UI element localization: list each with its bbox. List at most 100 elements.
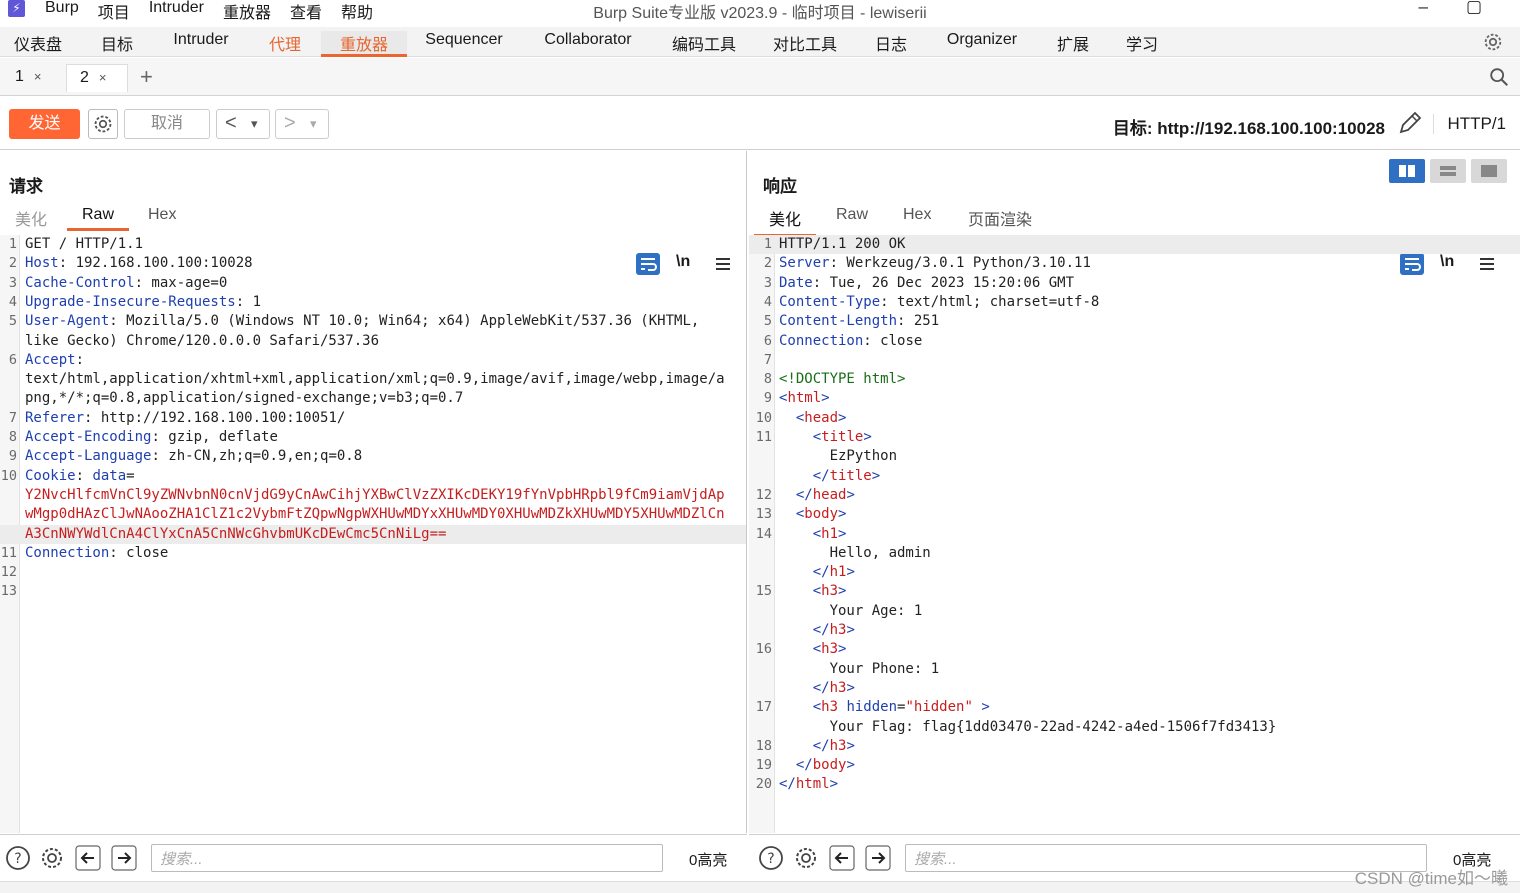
response-editor[interactable]: 1 HTTP/1.1 200 OK 2 Server: Werkzeug/3.0.1 … bbox=[749, 235, 1520, 833]
send-button[interactable]: 发送 bbox=[9, 109, 80, 139]
layout-tabs-button[interactable] bbox=[1471, 159, 1507, 183]
tab-learn[interactable]: 学习 bbox=[1115, 31, 1169, 57]
tab-logger[interactable]: 日志 bbox=[864, 31, 918, 57]
response-tab-render[interactable]: 页面渲染 bbox=[953, 206, 1047, 234]
tab-extensions[interactable]: 扩展 bbox=[1046, 31, 1100, 57]
tab-collaborator[interactable]: Collaborator bbox=[530, 31, 646, 57]
tab-sequencer[interactable]: Sequencer bbox=[414, 31, 514, 57]
tab-organizer[interactable]: Organizer bbox=[934, 31, 1030, 57]
response-tab-hex[interactable]: Hex bbox=[888, 206, 946, 228]
line-text: Cookie: data= bbox=[25, 467, 135, 486]
line-number: 17 bbox=[755, 699, 772, 716]
repeater-tab-label: 2 bbox=[80, 69, 89, 86]
line-text: png,*/*;q=0.8,application/signed-exchang… bbox=[25, 389, 463, 408]
response-search-input[interactable]: 搜索... bbox=[905, 844, 1427, 872]
search-icon[interactable] bbox=[1488, 66, 1510, 88]
code-token: < bbox=[779, 699, 822, 716]
help-icon[interactable]: ? bbox=[758, 845, 784, 871]
close-icon[interactable]: × bbox=[99, 70, 107, 85]
settings-gear-icon[interactable] bbox=[1482, 31, 1504, 53]
code-line: 1 HTTP/1.1 200 OK bbox=[749, 235, 1520, 254]
minimize-button[interactable]: – bbox=[1419, 0, 1428, 17]
code-line: 10 <head> bbox=[749, 409, 1520, 428]
code-token: like Gecko) Chrome/120.0.0.0 Safari/537.… bbox=[25, 332, 380, 349]
code-line: 13 bbox=[0, 582, 746, 601]
close-icon[interactable]: × bbox=[34, 69, 42, 84]
response-tab-pretty[interactable]: 美化 bbox=[754, 206, 817, 237]
line-number: 5 bbox=[763, 313, 772, 330]
main-tab-bar: 仪表盘 目标 Intruder 代理 重放器 Sequencer Collabo… bbox=[0, 27, 1520, 57]
line-number: 3 bbox=[8, 274, 17, 291]
code-token: Accept bbox=[25, 351, 76, 368]
code-token: > bbox=[821, 390, 830, 407]
request-editor[interactable]: 1 GET / HTTP/1.1 2 Host: 192.168.100.100:10… bbox=[0, 235, 746, 833]
code-line: 8 Accept-Encoding: gzip, deflate bbox=[0, 428, 746, 447]
code-line: </title> bbox=[749, 467, 1520, 486]
line-number: 2 bbox=[763, 255, 772, 272]
request-search-input[interactable]: 搜索... bbox=[151, 844, 663, 872]
target-label: 目标: http://192.168.100.100:10028 bbox=[1112, 119, 1385, 138]
next-match-arrow-icon[interactable] bbox=[865, 845, 891, 871]
line-text: Server: Werkzeug/3.0.1 Python/3.10.11 bbox=[779, 254, 1091, 273]
layout-side-by-side-button[interactable] bbox=[1389, 159, 1425, 183]
line-text: A3CnNWYWdlCnA4ClYxCnA5CnNWcGhvbmUKcDEwCm… bbox=[25, 525, 446, 544]
code-token: < bbox=[779, 506, 805, 523]
code-token: Cookie bbox=[25, 467, 76, 484]
line-text: <h3> bbox=[779, 640, 847, 659]
code-token: : Tue, 26 Dec 2023 15:20:06 GMT bbox=[812, 274, 1075, 291]
repeater-tab-1[interactable]: 1 × bbox=[2, 64, 54, 92]
request-settings-gear-icon[interactable] bbox=[88, 109, 118, 139]
search-settings-gear-icon[interactable] bbox=[39, 845, 65, 871]
code-line: </h1> bbox=[749, 563, 1520, 582]
history-back-button[interactable]: < ▾ bbox=[216, 109, 270, 139]
add-tab-icon[interactable]: + bbox=[140, 64, 153, 90]
history-forward-button[interactable]: > ▾ bbox=[275, 109, 329, 139]
tab-decoder[interactable]: 编码工具 bbox=[662, 31, 746, 57]
help-icon[interactable]: ? bbox=[5, 845, 31, 871]
previous-match-arrow-icon[interactable] bbox=[829, 845, 855, 871]
code-line: png,*/*;q=0.8,application/signed-exchang… bbox=[0, 389, 746, 408]
request-tab-hex[interactable]: Hex bbox=[133, 206, 191, 228]
cancel-button[interactable]: 取消 bbox=[124, 109, 210, 139]
request-tab-raw[interactable]: Raw bbox=[67, 206, 130, 231]
code-token: : bbox=[75, 467, 93, 484]
tab-comparer[interactable]: 对比工具 bbox=[763, 31, 847, 57]
code-token: A3CnNWYWdlCnA4ClYxCnA5CnNWcGhvbmUKcDEwCm… bbox=[25, 525, 447, 542]
response-tab-raw[interactable]: Raw bbox=[821, 206, 883, 228]
code-line: Hello, admin bbox=[749, 544, 1520, 563]
chevron-down-icon[interactable]: ▾ bbox=[251, 111, 258, 137]
code-line: 20 </html> bbox=[749, 775, 1520, 794]
code-token: : max-age=0 bbox=[134, 274, 228, 291]
search-settings-gear-icon[interactable] bbox=[793, 845, 819, 871]
repeater-tab-2[interactable]: 2 × bbox=[66, 64, 128, 92]
svg-text:?: ? bbox=[14, 851, 21, 867]
line-text: <!DOCTYPE html> bbox=[779, 370, 905, 389]
watermark: CSDN @time如～曦 bbox=[1354, 869, 1508, 888]
maximize-button[interactable]: ▢ bbox=[1466, 0, 1482, 17]
layout-stacked-button[interactable] bbox=[1430, 159, 1466, 183]
tab-proxy[interactable]: 代理 bbox=[258, 31, 312, 57]
code-line: 9 <html> bbox=[749, 389, 1520, 408]
previous-match-arrow-icon[interactable] bbox=[75, 845, 101, 871]
code-line: 6 Accept: bbox=[0, 351, 746, 370]
line-number: 8 bbox=[8, 429, 17, 445]
tab-target[interactable]: 目标 bbox=[90, 31, 144, 57]
response-view-tabs: 美化 Raw Hex 页面渲染 \n bbox=[749, 201, 1520, 275]
code-token: h3 bbox=[829, 679, 847, 696]
edit-target-pencil-icon[interactable] bbox=[1396, 109, 1424, 137]
status-bar bbox=[0, 881, 1520, 893]
code-token: Accept-Language bbox=[25, 448, 152, 465]
next-match-arrow-icon[interactable] bbox=[111, 845, 137, 871]
tab-dashboard[interactable]: 仪表盘 bbox=[0, 31, 76, 57]
request-tab-pretty[interactable]: 美化 bbox=[0, 206, 62, 234]
code-token: Content-Length bbox=[779, 313, 898, 330]
http-protocol-label[interactable]: HTTP/1 bbox=[1433, 114, 1506, 134]
tab-repeater[interactable]: 重放器 bbox=[321, 31, 407, 57]
tab-intruder[interactable]: Intruder bbox=[160, 31, 242, 57]
line-text: Accept: bbox=[25, 351, 84, 370]
line-number: 12 bbox=[755, 486, 772, 503]
chevron-down-icon[interactable]: ▾ bbox=[310, 111, 317, 137]
code-token: < bbox=[779, 583, 822, 600]
code-line: 6 Connection: close bbox=[749, 332, 1520, 351]
response-title: 响应 bbox=[763, 177, 797, 196]
